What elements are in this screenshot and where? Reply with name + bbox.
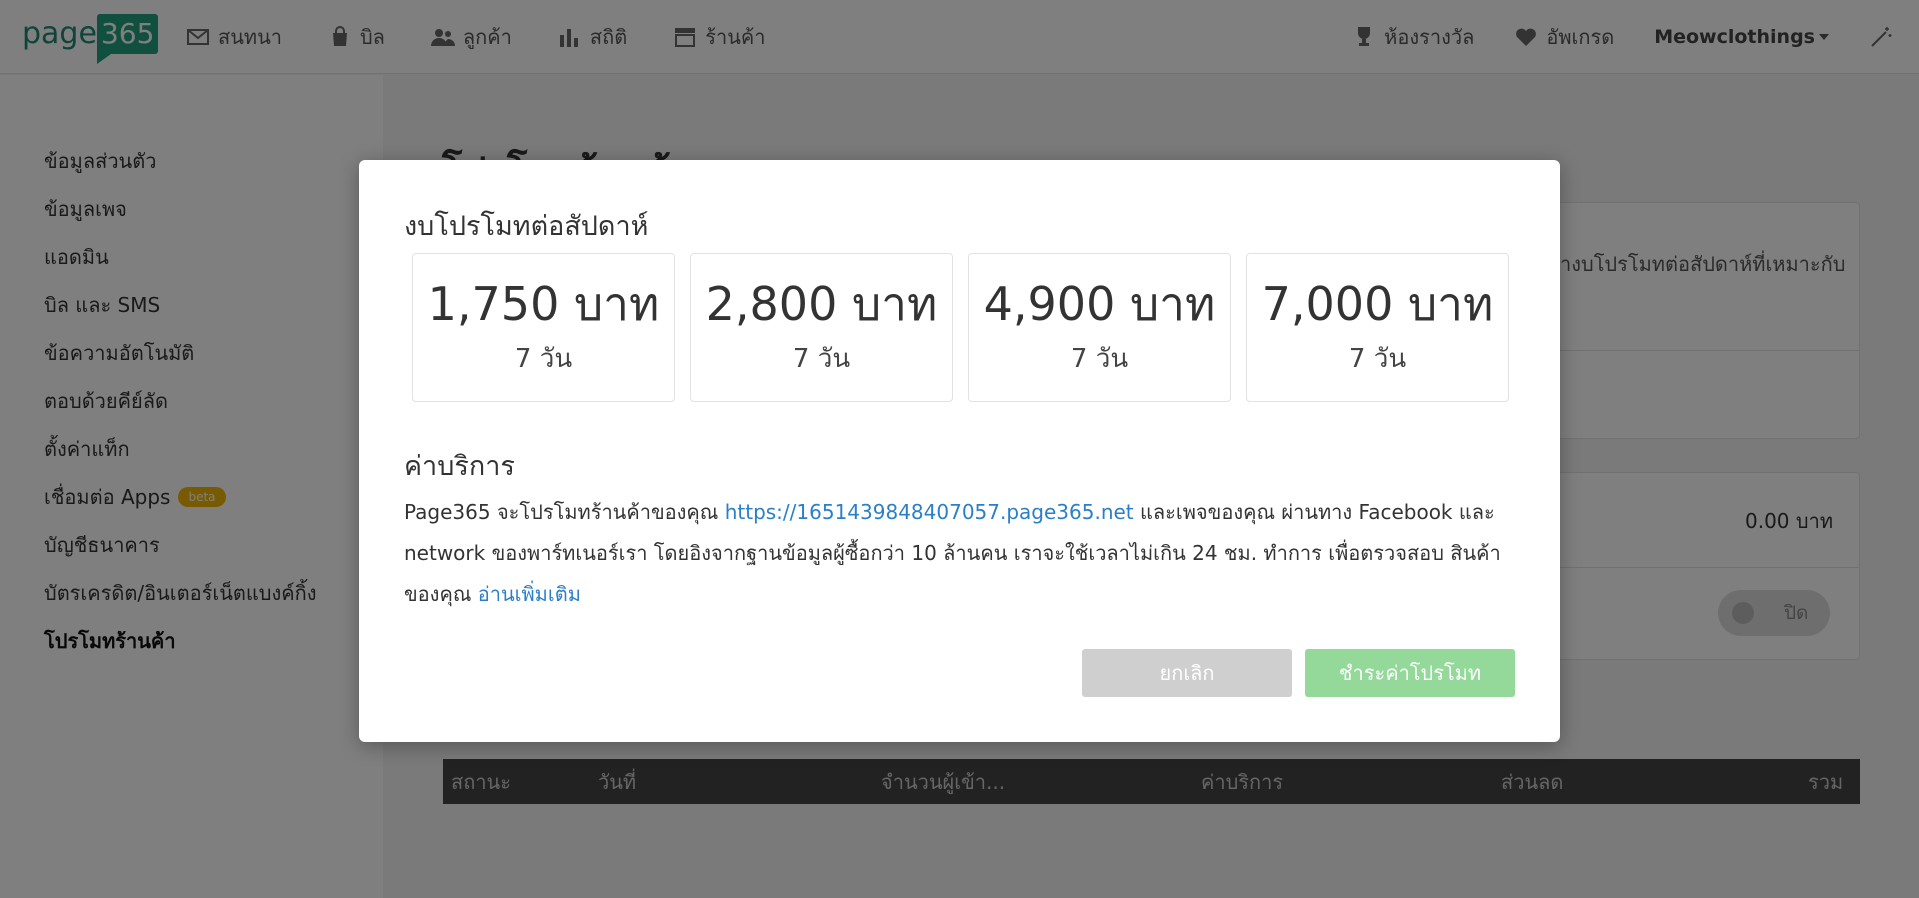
read-more-link[interactable]: อ่านเพิ่มเติม [478,582,581,606]
package-options: 1,750 บาท 7 วัน 2,800 บาท 7 วัน 4,900 บา… [412,253,1509,402]
package-duration: 7 วัน [1348,344,1407,374]
app-root: page 365 สนทนา บิล ลูกค้า สถิติ ร้า [0,0,1919,898]
package-duration: 7 วัน [792,344,851,374]
package-duration: 7 วัน [514,344,573,374]
service-description: Page365 จะโปรโมทร้านค้าของคุณ https://16… [404,492,1524,615]
package-price: 4,900 บาท [983,277,1216,331]
store-url-link[interactable]: https://1651439848407057.page365.net [725,500,1134,524]
package-price: 7,000 บาท [1261,277,1494,331]
promote-budget-modal: งบโปรโมทต่อสัปดาห์ 1,750 บาท 7 วัน 2,800… [359,160,1560,742]
package-option[interactable]: 1,750 บาท 7 วัน [412,253,675,402]
description-text: Page365 จะโปรโมทร้านค้าของคุณ [404,500,725,524]
package-duration: 7 วัน [1070,344,1129,374]
package-option[interactable]: 2,800 บาท 7 วัน [690,253,953,402]
modal-title: งบโปรโมทต่อสัปดาห์ [404,211,649,242]
package-price: 2,800 บาท [705,277,938,331]
service-fee-title: ค่าบริการ [404,451,515,482]
package-price: 1,750 บาท [427,277,660,331]
package-option[interactable]: 7,000 บาท 7 วัน [1246,253,1509,402]
package-option[interactable]: 4,900 บาท 7 วัน [968,253,1231,402]
pay-promote-button[interactable]: ชำระค่าโปรโมท [1305,649,1515,697]
cancel-button[interactable]: ยกเลิก [1082,649,1292,697]
